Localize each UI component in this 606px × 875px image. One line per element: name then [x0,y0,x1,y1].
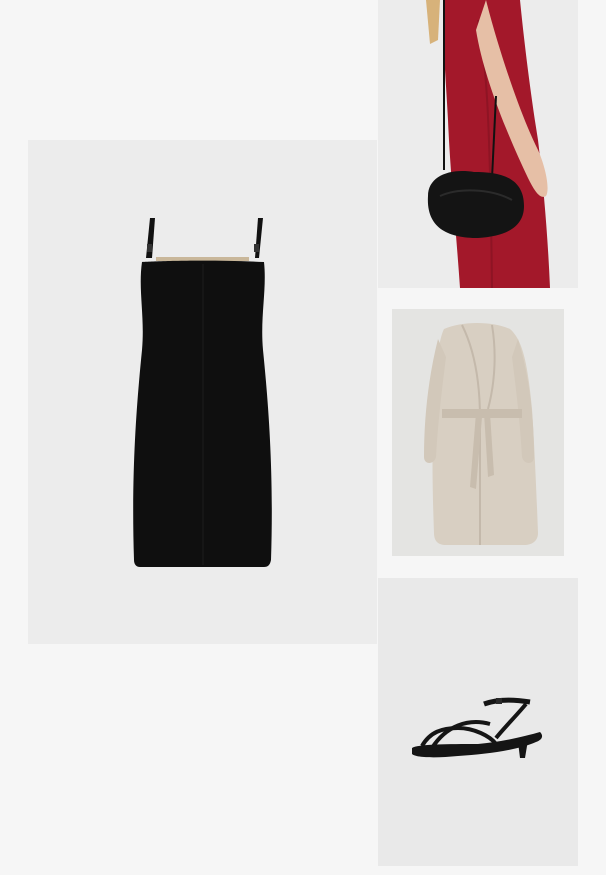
black-strappy-sandal-image [412,697,543,758]
product-tile-beige-coat[interactable] [392,309,564,556]
product-tile-black-bag[interactable] [378,0,578,288]
beige-wrap-coat-image [424,323,538,545]
black-slip-dress-image [133,218,272,567]
red-dress-black-bag-image [378,0,578,288]
product-tile-black-dress[interactable] [28,140,377,644]
product-tile-coat-wrapper [378,296,578,570]
product-tile-black-sandal[interactable] [378,578,578,866]
